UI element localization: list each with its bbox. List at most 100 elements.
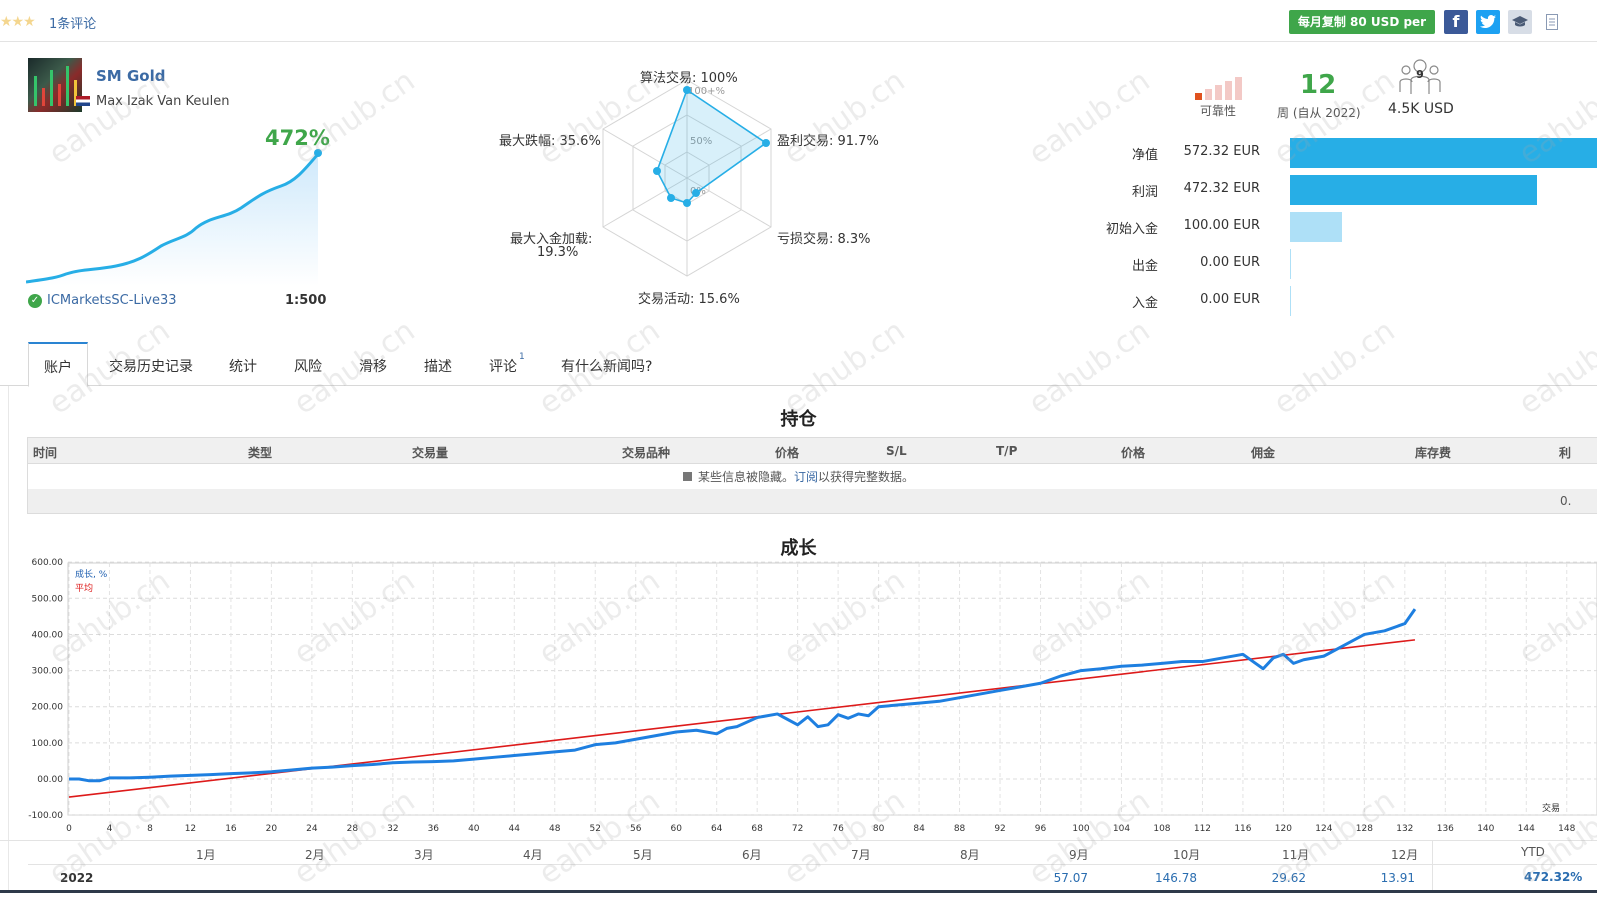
month-9: 9月 [1069,848,1089,862]
hidden-data-note: 某些信息被隐藏。订阅以获得完整数据。 [0,468,1597,485]
deposits-bar [1290,286,1291,316]
y-tick-label: 100.00 [32,739,64,749]
month-6: 6月 [742,848,762,862]
x-tick-label: 124 [1315,824,1332,834]
x-tick-label: 24 [306,824,318,834]
month-12: 12月 [1391,848,1419,862]
graduation-cap-icon[interactable] [1508,10,1532,34]
col-price[interactable]: 价格 [775,444,799,461]
legend-average: 平均 [75,582,93,594]
x-axis-label: 交易 [1542,802,1560,814]
ytd-value: 472.32% [1524,870,1583,884]
x-tick-label: 144 [1518,824,1535,834]
col-price-current[interactable]: 价格 [1121,444,1145,461]
col-sl[interactable]: S/L [886,444,907,458]
col-profit[interactable]: 利 [1559,444,1571,461]
year-row: 2022 57.07 146.78 29.62 13.91 [28,864,1597,890]
radar-point-drawdown [653,167,661,175]
tab-slippage[interactable]: 滑移 [359,356,387,376]
withdrawals-value: 0.00 EUR [1200,255,1260,270]
x-tick-label: 108 [1153,824,1170,834]
x-axis-ticks: 0 4 8 12 16 20 24 28 32 36 40 44 48 52 56 60 64 68 72 76 80 8… [66,824,1575,834]
note-prefix: 某些信息被隐藏。 [697,470,794,484]
month-value-dec[interactable]: 13.91 [1355,871,1415,885]
month-value-nov[interactable]: 29.62 [1246,871,1306,885]
col-symbol[interactable]: 交易品种 [622,444,670,461]
y-tick-label: -100.00 [28,811,63,821]
month-4: 4月 [523,848,543,862]
x-tick-label: 72 [792,824,803,834]
initial-deposit-row: 初始入金 100.00 EUR [0,212,1597,242]
reviews-link[interactable]: 1条评论 [49,13,96,32]
positions-table-footer: 0. [28,489,1597,514]
col-commission[interactable]: 佣金 [1251,444,1275,461]
x-tick-label: 112 [1194,824,1211,834]
month-3: 3月 [414,848,434,862]
subscribe-copy-button[interactable]: 每月复制 80 USD per [1289,10,1435,34]
withdrawals-bar [1290,249,1291,279]
reliability-label: 可靠性 [1200,104,1237,118]
x-tick-label: 136 [1437,824,1454,834]
tab-reviews[interactable]: 评论1 [489,352,525,376]
deposits-row: 入金 0.00 EUR [0,286,1597,316]
col-swap[interactable]: 库存费 [1415,444,1451,461]
signal-name[interactable]: SM Gold [96,67,165,85]
equity-bar [1290,138,1597,168]
tab-reviews-label: 评论 [489,359,517,375]
month-8: 8月 [960,848,980,862]
equity-row: 净值 572.32 EUR [0,138,1597,168]
x-tick-label: 4 [107,824,113,834]
withdrawals-row: 出金 0.00 EUR [0,249,1597,279]
tab-statistics[interactable]: 统计 [229,356,257,376]
tab-risks[interactable]: 风险 [294,356,322,376]
footer-total: 0. [1560,494,1572,508]
tab-trade-history[interactable]: 交易历史记录 [109,356,193,376]
x-tick-label: 44 [509,824,521,834]
x-tick-label: 140 [1477,824,1494,834]
y-tick-label: 00.00 [37,775,63,785]
x-tick-label: 120 [1275,824,1292,834]
positions-table-header: 时间 类型 交易量 交易品种 价格 S/L T/P 价格 佣金 库存费 利 [28,437,1597,464]
weeks-count: 12 [1300,70,1337,100]
twitter-icon[interactable] [1476,10,1500,34]
col-type[interactable]: 类型 [248,444,272,461]
document-icon[interactable] [1540,10,1564,34]
tab-account[interactable]: 账户 [28,342,88,387]
y-tick-label: 600.00 [32,558,64,568]
subscribe-link[interactable]: 订阅 [794,470,818,484]
subscribers-funds: 4.5K USD [1388,101,1454,117]
tab-description[interactable]: 描述 [424,356,452,376]
x-tick-label: 96 [1035,824,1047,834]
growth-chart: 600.00 500.00 400.00 300.00 200.00 100.00 00.0… [28,558,1597,834]
signal-avatar[interactable] [28,58,82,112]
reviews-count-badge: 1 [519,352,525,363]
deposits-label: 入金 [1131,296,1158,311]
rating-stars: ★★★ [0,14,36,30]
x-tick-label: 8 [147,824,153,834]
x-tick-label: 56 [630,824,642,834]
month-value-sep[interactable]: 57.07 [1028,871,1088,885]
month-value-oct[interactable]: 146.78 [1137,871,1197,885]
col-tp[interactable]: T/P [996,444,1017,458]
profit-label: 利润 [1131,185,1158,200]
bottom-strip [0,890,1597,912]
facebook-icon[interactable]: f [1444,10,1468,34]
col-volume[interactable]: 交易量 [412,444,448,461]
x-tick-label: 64 [711,824,723,834]
tab-news[interactable]: 有什么新闻吗? [561,356,652,376]
month-5: 5月 [633,848,653,862]
ytd-header: YTD [1521,845,1545,859]
author-name[interactable]: Max Izak Van Keulen [96,94,229,109]
x-tick-label: 128 [1356,824,1373,834]
x-tick-label: 12 [185,824,196,834]
x-tick-label: 16 [225,824,237,834]
col-time[interactable]: 时间 [33,444,57,461]
radar-point-algo [683,86,691,94]
year-label: 2022 [60,871,94,885]
equity-value: 572.32 EUR [1183,144,1260,159]
month-7: 7月 [851,848,871,862]
initial-deposit-label: 初始入金 [1105,222,1158,237]
profit-row: 利润 472.32 EUR [0,175,1597,205]
withdrawals-label: 出金 [1131,259,1158,274]
subscribers-count: 9 [1416,68,1424,81]
